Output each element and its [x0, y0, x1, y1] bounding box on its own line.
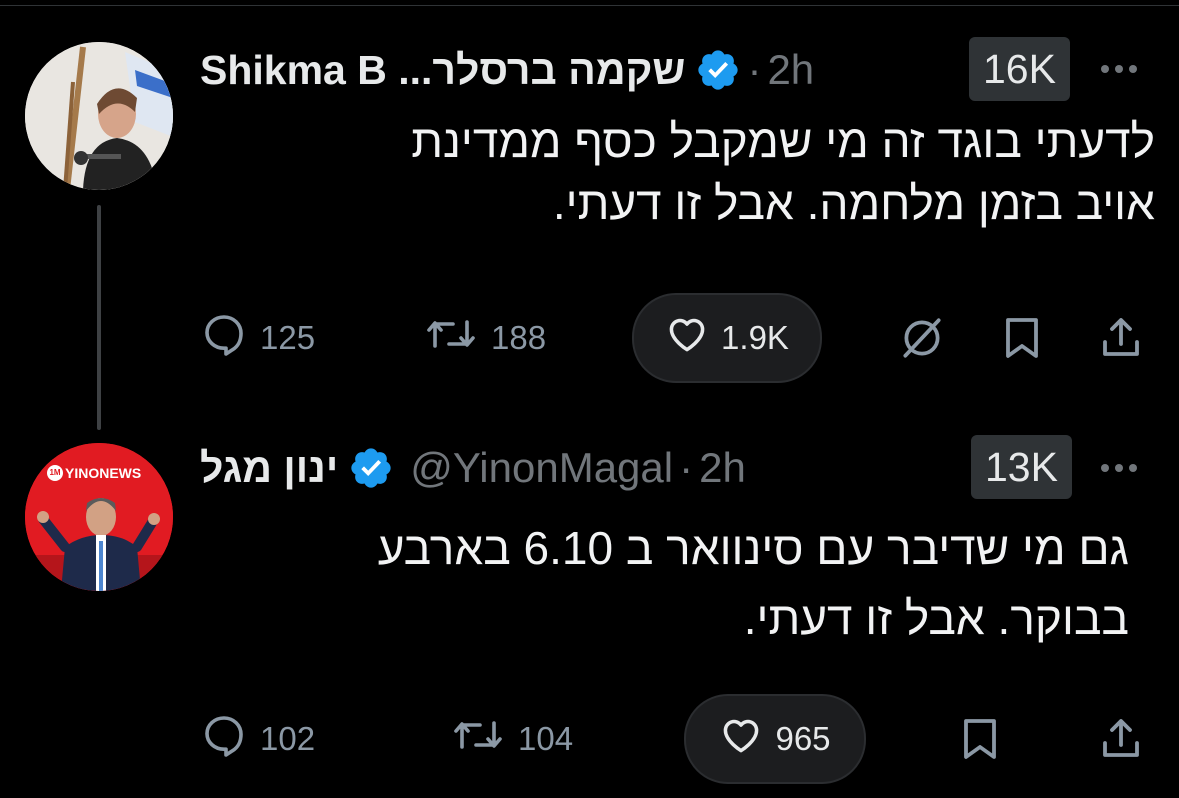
views-count[interactable]: 13K [971, 435, 1072, 499]
tweet-text-line: בבוקר. אבל זו דעתי. [743, 592, 1129, 644]
more-icon[interactable] [1101, 65, 1137, 73]
top-divider [0, 5, 1179, 6]
repost-button[interactable]: 104 [450, 714, 573, 764]
timestamp[interactable]: 2h [699, 444, 746, 492]
like-button[interactable]: 965 [684, 694, 866, 784]
like-button[interactable]: 1.9K [632, 293, 822, 383]
bookmark-icon[interactable] [1000, 313, 1044, 368]
grok-icon[interactable] [897, 313, 947, 368]
views-count[interactable]: 16K [969, 37, 1070, 101]
avatar-shikma[interactable] [25, 42, 173, 190]
share-icon[interactable] [1097, 714, 1145, 769]
tweet-2-text: גם מי שדיבר עם סינוואר ב 6.10 בארבע בבוק… [378, 513, 1129, 653]
like-count: 965 [775, 720, 831, 757]
tweet-2-header: ינון מגל @YinonMagal · 2h [200, 438, 746, 498]
tweet-1-header: Shikma B ...שקמה ברסלר · 2h [200, 40, 814, 100]
thread-connector-line [97, 205, 101, 430]
tweet-text-line: גם מי שדיבר עם סינוואר ב 6.10 בארבע [377, 522, 1129, 574]
repost-button[interactable]: 188 [423, 313, 546, 363]
reply-count: 102 [260, 720, 316, 757]
display-name[interactable]: ינון מגל [200, 445, 338, 492]
tweet-1-text: לדעתי בוגד זה מי שמקבל כסף ממדינת אויב ב… [411, 110, 1155, 234]
verified-badge-icon[interactable] [348, 445, 394, 491]
avatar-brand: YINONEWS [65, 465, 142, 481]
avatar-badge: 1M [47, 465, 63, 481]
avatar-yinon[interactable]: 1M YINONEWS [25, 443, 173, 591]
reply-count: 125 [260, 319, 316, 356]
tweet-text-line: לדעתי בוגד זה מי שמקבל כסף ממדינת [411, 115, 1155, 167]
tweet-text-line: אויב בזמן מלחמה. אבל זו דעתי. [552, 177, 1155, 229]
profile-photo-woman-speaking [25, 42, 173, 190]
handle[interactable]: @YinonMagal [410, 444, 673, 492]
bookmark-icon[interactable] [958, 714, 1002, 769]
reply-button[interactable]: 125 [200, 313, 315, 363]
like-icon [665, 312, 709, 364]
repost-icon [450, 711, 506, 767]
repost-icon [423, 310, 479, 366]
reply-icon [200, 711, 248, 767]
like-icon [719, 713, 763, 765]
repost-count: 188 [491, 319, 547, 356]
verified-badge-icon[interactable] [695, 47, 741, 93]
share-icon[interactable] [1097, 313, 1145, 368]
more-icon[interactable] [1101, 464, 1137, 472]
timestamp[interactable]: 2h [767, 46, 814, 94]
repost-count: 104 [518, 720, 574, 757]
reply-icon [200, 310, 248, 366]
separator-dot: · [679, 444, 694, 491]
separator-dot: · [747, 46, 762, 93]
reply-button[interactable]: 102 [200, 714, 315, 764]
like-count: 1.9K [721, 319, 789, 356]
display-name[interactable]: Shikma B ...שקמה ברסלר [200, 47, 685, 94]
